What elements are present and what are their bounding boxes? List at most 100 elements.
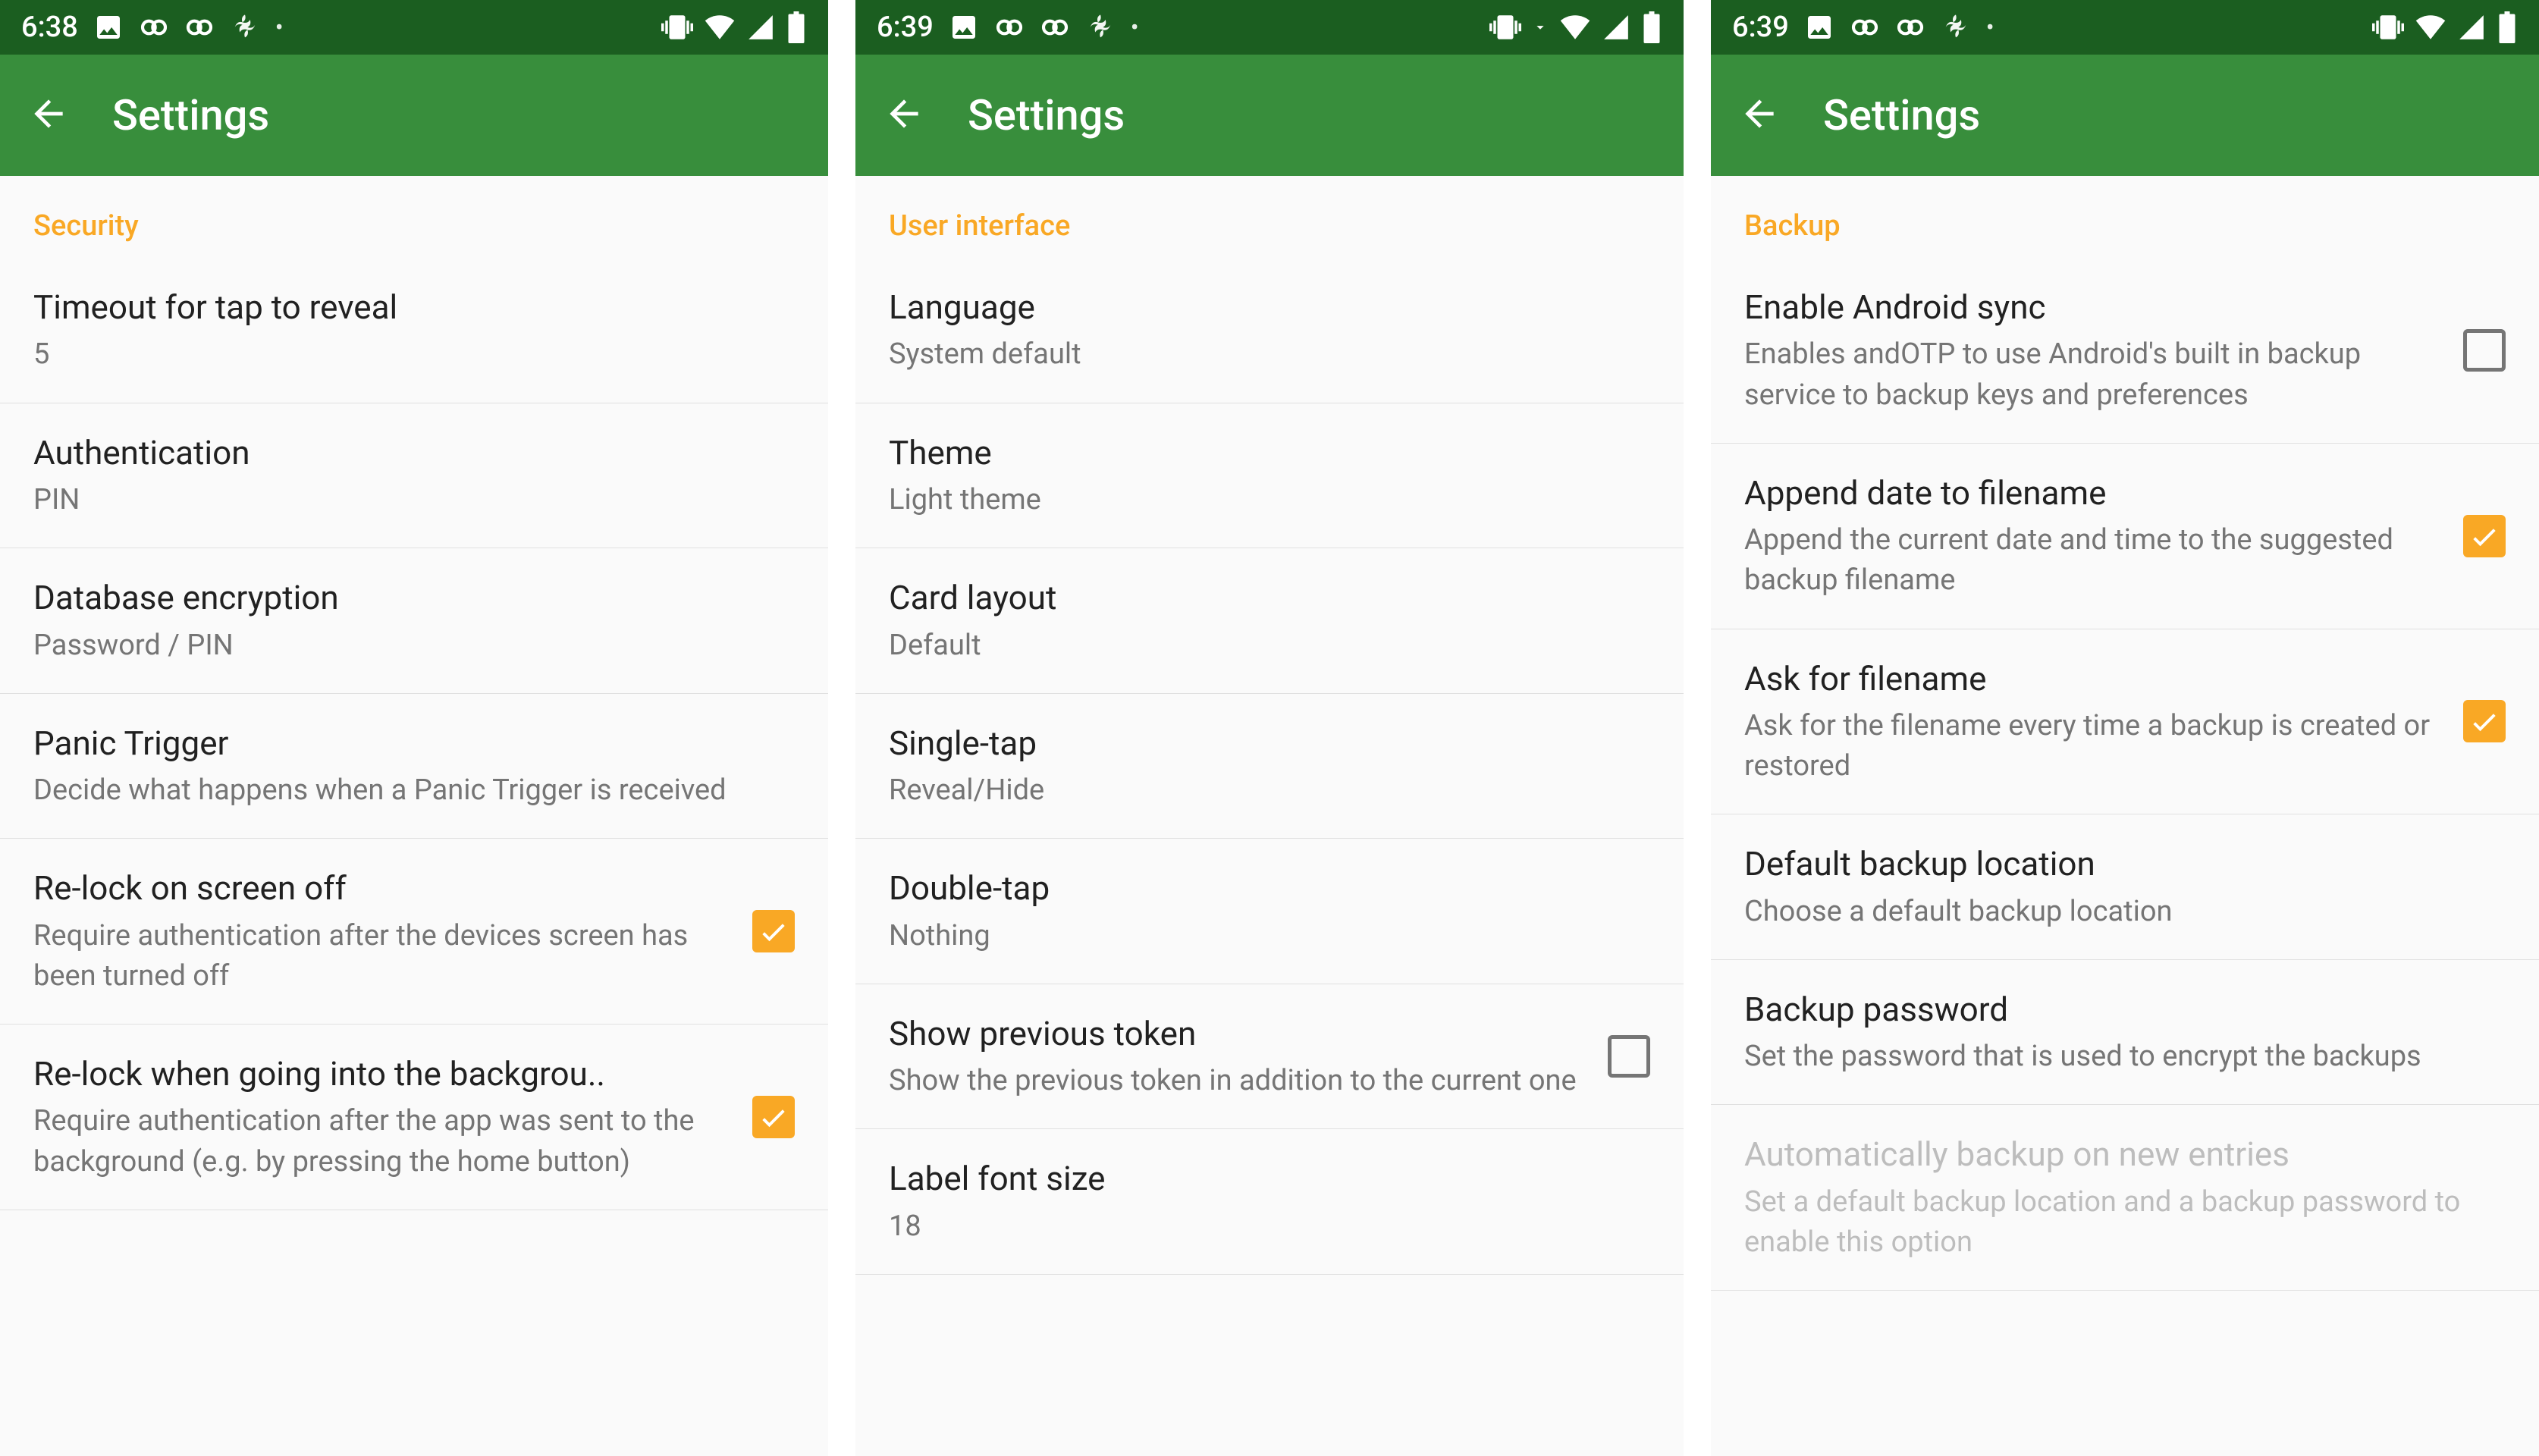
- authenticator-icon: [1895, 12, 1925, 42]
- pref-relock-background[interactable]: Re-lock when going into the backgrou.. R…: [0, 1025, 828, 1210]
- wifi-icon: [704, 11, 736, 43]
- signal-icon: [1602, 13, 1630, 42]
- settings-list: Security Timeout for tap to reveal 5 Aut…: [0, 176, 828, 1456]
- phone-screen-2: 6:39 • Settings User interface Language …: [855, 0, 1684, 1456]
- pref-single-tap[interactable]: Single-tap Reveal/Hide: [855, 694, 1684, 839]
- pref-summary: Light theme: [889, 480, 1650, 520]
- pref-title: Label font size: [889, 1156, 1650, 1201]
- pref-ask-for-filename[interactable]: Ask for filename Ask for the filename ev…: [1711, 629, 2539, 815]
- app-bar-title: Settings: [968, 90, 1125, 140]
- authenticator-icon: [139, 12, 169, 42]
- pref-panic-trigger[interactable]: Panic Trigger Decide what happens when a…: [0, 694, 828, 839]
- app-bar-title: Settings: [112, 90, 269, 140]
- caret-down-icon: [1532, 19, 1549, 36]
- status-more-icon: •: [1131, 14, 1139, 41]
- pref-summary: Nothing: [889, 916, 1650, 956]
- status-more-icon: •: [275, 14, 284, 41]
- settings-list: Backup Enable Android sync Enables andOT…: [1711, 176, 2539, 1456]
- pref-summary: Require authentication after the devices…: [33, 916, 728, 996]
- pref-title: Enable Android sync: [1744, 285, 2439, 330]
- pref-title: Re-lock on screen off: [33, 866, 728, 911]
- authenticator-icon: [1850, 12, 1880, 42]
- checkbox-unchecked-icon[interactable]: [1608, 1035, 1650, 1078]
- pref-enable-android-sync[interactable]: Enable Android sync Enables andOTP to us…: [1711, 258, 2539, 444]
- pref-title: Panic Trigger: [33, 721, 795, 766]
- pref-auto-backup-new-entries: Automatically backup on new entries Set …: [1711, 1105, 2539, 1291]
- authenticator-icon: [184, 12, 215, 42]
- authenticator-icon: [994, 12, 1025, 42]
- pref-title: Single-tap: [889, 721, 1650, 766]
- pref-title: Default backup location: [1744, 842, 2506, 886]
- pref-theme[interactable]: Theme Light theme: [855, 403, 1684, 549]
- pref-summary: Append the current date and time to the …: [1744, 520, 2439, 601]
- pref-summary: System default: [889, 334, 1650, 375]
- back-button[interactable]: [883, 93, 925, 138]
- image-icon: [949, 12, 979, 42]
- status-time: 6:39: [877, 11, 934, 44]
- pref-title: Backup password: [1744, 987, 2506, 1032]
- image-icon: [1804, 12, 1834, 42]
- checkbox-checked-icon[interactable]: [2463, 515, 2506, 557]
- pref-summary: Reveal/Hide: [889, 770, 1650, 811]
- battery-icon: [786, 11, 807, 43]
- pref-timeout-tap-to-reveal[interactable]: Timeout for tap to reveal 5: [0, 258, 828, 403]
- status-bar: 6:39 •: [1711, 0, 2539, 55]
- app-bar-title: Settings: [1823, 90, 1980, 140]
- pref-language[interactable]: Language System default: [855, 258, 1684, 403]
- pref-summary: Require authentication after the app was…: [33, 1101, 728, 1181]
- pref-summary: Show the previous token in addition to t…: [889, 1061, 1583, 1101]
- pref-show-previous-token[interactable]: Show previous token Show the previous to…: [855, 984, 1684, 1130]
- back-button[interactable]: [27, 93, 70, 138]
- pref-title: Re-lock when going into the backgrou..: [33, 1052, 728, 1097]
- pref-double-tap[interactable]: Double-tap Nothing: [855, 839, 1684, 984]
- pref-title: Double-tap: [889, 866, 1650, 911]
- pinwheel-icon: [230, 12, 260, 42]
- checkbox-checked-icon[interactable]: [752, 910, 795, 952]
- pref-title: Card layout: [889, 576, 1650, 620]
- pinwheel-icon: [1941, 12, 1971, 42]
- pref-summary: 18: [889, 1207, 1650, 1247]
- pref-authentication[interactable]: Authentication PIN: [0, 403, 828, 549]
- pref-summary: Choose a default backup location: [1744, 892, 2506, 932]
- app-bar: Settings: [1711, 55, 2539, 176]
- battery-icon: [1641, 11, 1662, 43]
- pref-title: Append date to filename: [1744, 471, 2439, 516]
- vibrate-icon: [661, 11, 693, 43]
- pref-label-font-size[interactable]: Label font size 18: [855, 1129, 1684, 1275]
- pref-title: Ask for filename: [1744, 657, 2439, 701]
- pref-title: Authentication: [33, 431, 795, 475]
- pref-database-encryption[interactable]: Database encryption Password / PIN: [0, 548, 828, 694]
- vibrate-icon: [2372, 11, 2404, 43]
- pref-summary: Password / PIN: [33, 626, 795, 666]
- signal-icon: [746, 13, 775, 42]
- pref-title: Database encryption: [33, 576, 795, 620]
- pref-relock-screen-off[interactable]: Re-lock on screen off Require authentica…: [0, 839, 828, 1025]
- pinwheel-icon: [1085, 12, 1116, 42]
- pref-append-date-filename[interactable]: Append date to filename Append the curre…: [1711, 444, 2539, 629]
- pref-default-backup-location[interactable]: Default backup location Choose a default…: [1711, 814, 2539, 960]
- pref-summary: PIN: [33, 480, 795, 520]
- pref-card-layout[interactable]: Card layout Default: [855, 548, 1684, 694]
- section-header-security: Security: [0, 176, 828, 258]
- checkbox-checked-icon[interactable]: [2463, 700, 2506, 742]
- pref-summary: 5: [33, 334, 795, 375]
- app-bar: Settings: [855, 55, 1684, 176]
- status-time: 6:38: [21, 11, 78, 44]
- back-button[interactable]: [1738, 93, 1781, 138]
- pref-summary: Decide what happens when a Panic Trigger…: [33, 770, 795, 811]
- section-header-backup: Backup: [1711, 176, 2539, 258]
- section-header-user-interface: User interface: [855, 176, 1684, 258]
- pref-title: Automatically backup on new entries: [1744, 1132, 2506, 1177]
- pref-title: Theme: [889, 431, 1650, 475]
- status-time: 6:39: [1732, 11, 1789, 44]
- vibrate-icon: [1489, 11, 1521, 43]
- phone-screen-3: 6:39 • Settings Backup Enable Android sy…: [1711, 0, 2539, 1456]
- checkbox-checked-icon[interactable]: [752, 1096, 795, 1138]
- checkbox-unchecked-icon[interactable]: [2463, 329, 2506, 372]
- pref-backup-password[interactable]: Backup password Set the password that is…: [1711, 960, 2539, 1106]
- pref-summary: Default: [889, 626, 1650, 666]
- status-bar: 6:39 •: [855, 0, 1684, 55]
- status-bar: 6:38 •: [0, 0, 828, 55]
- pref-title: Show previous token: [889, 1012, 1583, 1056]
- wifi-icon: [2415, 11, 2446, 43]
